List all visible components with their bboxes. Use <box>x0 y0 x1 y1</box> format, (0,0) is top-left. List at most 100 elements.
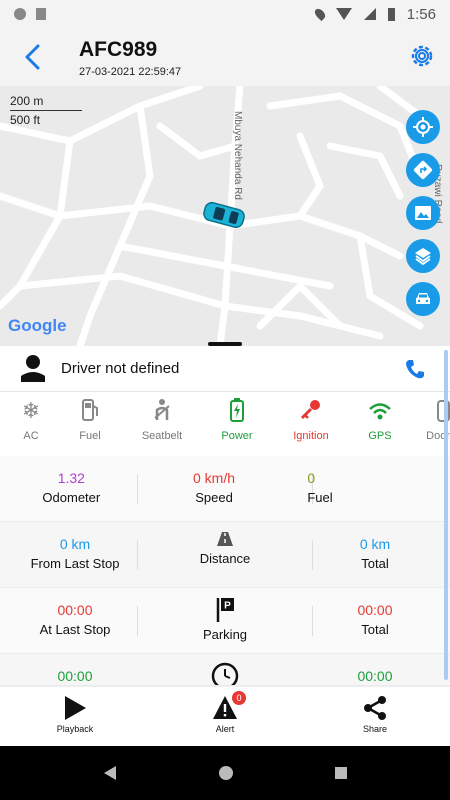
playback-label: Playback <box>56 724 94 734</box>
scale-imperial: 500 ft <box>10 113 41 127</box>
parking-cell: P Parking <box>150 588 300 653</box>
playback-button[interactable]: Playback <box>0 687 150 746</box>
back-arrow-icon[interactable] <box>18 42 48 72</box>
home-circle-icon[interactable] <box>218 765 234 781</box>
parking-label: Parking <box>202 627 248 642</box>
wifi-status-icon <box>335 8 352 20</box>
idle-value: 00:00 <box>57 668 93 684</box>
idle-total-value: 00:00 <box>357 668 393 684</box>
directions-icon <box>413 160 433 180</box>
clock-time: 1:56 <box>406 5 436 23</box>
play-icon <box>65 696 86 720</box>
scale-metric: 200 m <box>10 94 44 108</box>
distance-total-value: 0 km <box>359 536 391 552</box>
speed-cell: 0 km/h Speed <box>143 456 286 521</box>
odometer-label: Odometer <box>42 490 101 505</box>
sensor-seatbelt[interactable]: Seatbelt <box>118 392 206 456</box>
share-label: Share <box>362 724 388 734</box>
driver-label: Driver not defined <box>61 360 180 377</box>
distance-total-label: Total <box>361 556 389 571</box>
sensor-gps[interactable]: GPS <box>354 392 406 456</box>
parking-total-cell: 00:00 Total <box>300 588 450 653</box>
car-marker-icon[interactable] <box>200 200 248 230</box>
google-logo-text: Google <box>8 316 67 335</box>
divider <box>137 474 138 504</box>
share-button[interactable]: Share <box>300 687 450 746</box>
alert-count-badge: 0 <box>232 691 246 705</box>
stats-row-idle: 00:00 00:00 <box>0 654 450 686</box>
map-view-button[interactable] <box>406 196 440 230</box>
idle-total-cell: 00:00 <box>300 654 450 685</box>
at-last-stop-value: 00:00 <box>57 602 93 618</box>
distance-cell: Distance <box>150 522 300 587</box>
bottom-nav: Playback 0 Alert Share <box>0 686 450 746</box>
sensor-power[interactable]: Power <box>206 392 268 456</box>
stats-row-parking: 00:00 At Last Stop P Parking 00:00 Total <box>0 588 450 654</box>
sensor-label: Power <box>221 430 253 442</box>
distance-label: Distance <box>199 551 251 566</box>
from-last-stop-label: From Last Stop <box>30 556 120 571</box>
sensor-ac[interactable]: ❄ AC <box>0 392 62 456</box>
fuel-value: 0 <box>307 470 316 486</box>
at-last-stop-cell: 00:00 At Last Stop <box>0 588 150 653</box>
sensor-label: Seatbelt <box>141 430 183 442</box>
seatbelt-icon <box>154 399 170 420</box>
google-logo: Google <box>8 316 67 336</box>
map-view[interactable]: 200 m 500 ft Mbuya Nehanda Rd Ruzawi Roa… <box>0 86 450 346</box>
last-update-datetime: 27-03-2021 22:59:47 <box>79 66 182 78</box>
fuel-pump-icon <box>82 399 98 421</box>
sd-card-icon <box>36 8 46 20</box>
parking-total-label: Total <box>361 622 389 637</box>
signal-icon <box>363 8 376 20</box>
map-scale: 200 m 500 ft <box>10 94 82 127</box>
gear-icon[interactable] <box>408 42 436 70</box>
distance-total-cell: 0 km Total <box>300 522 450 587</box>
from-last-stop-value: 0 km <box>59 536 91 552</box>
vehicle-view-button[interactable] <box>406 282 440 316</box>
speed-label: Speed <box>195 490 233 505</box>
location-icon <box>312 6 327 22</box>
map-layers-button[interactable] <box>406 239 440 273</box>
parking-icon: P <box>216 598 234 622</box>
back-triangle-icon[interactable] <box>102 765 118 781</box>
odometer-value: 1.32 <box>57 470 85 486</box>
car-icon <box>416 293 430 304</box>
status-bar: 1:56 <box>0 0 450 28</box>
road-label: Mbuya Nehanda Rd <box>232 111 243 200</box>
sensor-label: GPS <box>368 430 392 442</box>
fuel-label: Fuel <box>307 490 333 505</box>
system-nav-bar <box>0 746 450 800</box>
stats-row-current: 1.32 Odometer 0 km/h Speed 0 Fuel <box>0 456 450 522</box>
crosshair-icon <box>413 117 433 137</box>
wifi-icon <box>369 403 391 420</box>
parking-total-value: 00:00 <box>357 602 393 618</box>
svg-text:P: P <box>224 601 231 612</box>
sensor-label: Fuel <box>79 430 101 442</box>
alert-icon-wrap: 0 <box>212 691 246 721</box>
vehicle-title: AFC989 <box>79 38 158 61</box>
phone-icon[interactable] <box>404 358 426 380</box>
layers-icon <box>415 248 431 266</box>
locate-vehicle-button[interactable] <box>406 110 440 144</box>
key-icon <box>300 400 320 420</box>
scale-bar <box>10 110 82 111</box>
road-icon <box>217 532 233 546</box>
sensor-label: AC <box>23 430 39 442</box>
alert-button[interactable]: 0 Alert <box>150 687 300 746</box>
at-last-stop-label: At Last Stop <box>39 622 111 637</box>
sensor-fuel[interactable]: Fuel <box>62 392 118 456</box>
sensor-row[interactable]: ❄ AC Fuel Seatbelt Power Ignition GPS Do… <box>0 392 450 456</box>
share-icon <box>364 696 386 720</box>
scrollbar[interactable] <box>444 350 448 680</box>
notification-dot-icon <box>14 8 26 20</box>
divider <box>137 540 138 570</box>
odometer-cell: 1.32 Odometer <box>0 456 143 521</box>
sensor-label: Ignition <box>293 430 329 442</box>
idle-cell: 00:00 <box>0 654 150 685</box>
directions-button[interactable] <box>406 153 440 187</box>
sensor-ignition[interactable]: Ignition <box>268 392 354 456</box>
app-bar: AFC989 27-03-2021 22:59:47 <box>0 28 450 86</box>
idle-clock-cell <box>150 654 300 685</box>
driver-avatar-icon <box>21 355 45 382</box>
recents-square-icon[interactable] <box>334 766 348 780</box>
